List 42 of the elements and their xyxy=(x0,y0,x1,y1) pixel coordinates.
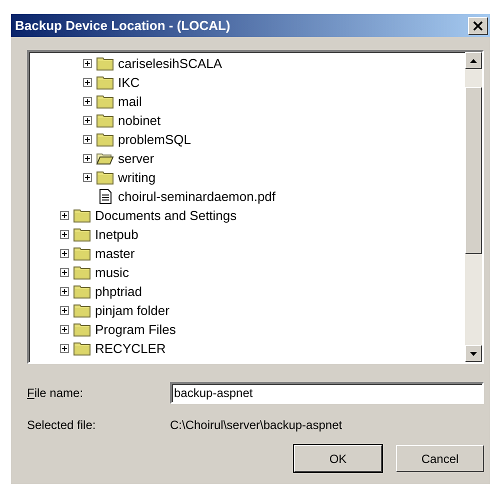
scroll-down-icon[interactable] xyxy=(465,345,482,362)
tree-item[interactable]: music xyxy=(95,265,129,280)
expand-icon[interactable] xyxy=(83,135,92,144)
tree-item[interactable]: choirul-seminardaemon.pdf xyxy=(118,189,276,204)
expand-icon[interactable] xyxy=(83,78,92,87)
expand-icon[interactable] xyxy=(60,325,69,334)
tree-item[interactable]: IKC xyxy=(118,75,140,90)
expand-icon[interactable] xyxy=(83,116,92,125)
tree-item[interactable]: RECYCLER xyxy=(95,341,166,356)
tree-item[interactable]: phptriad xyxy=(95,284,142,299)
tree-item[interactable]: nobinet xyxy=(118,113,161,128)
tree-item[interactable]: problemSQL xyxy=(118,132,191,147)
expand-icon[interactable] xyxy=(60,306,69,315)
selected-file-path: C:\Choirul\server\backup-aspnet xyxy=(170,418,344,432)
tree-item[interactable]: cariselesihSCALA xyxy=(118,56,222,71)
selected-file-label: Selected file: xyxy=(27,418,97,432)
expand-icon[interactable] xyxy=(60,268,69,277)
tree-item[interactable]: Documents and Settings xyxy=(95,208,237,223)
scroll-up-icon[interactable] xyxy=(465,52,482,69)
expand-icon[interactable] xyxy=(83,97,92,106)
tree-item[interactable]: Inetpub xyxy=(95,227,138,242)
expand-icon[interactable] xyxy=(60,287,69,296)
tree-item[interactable]: master xyxy=(95,246,135,261)
expand-icon[interactable] xyxy=(83,173,92,182)
expand-icon[interactable] xyxy=(60,249,69,258)
window-title: Backup Device Location - (LOCAL) xyxy=(15,18,230,33)
tree-item[interactable]: Program Files xyxy=(95,322,176,337)
scrollbar[interactable] xyxy=(465,52,482,362)
expand-icon[interactable] xyxy=(60,211,69,220)
tree-item[interactable]: pinjam folder xyxy=(95,303,170,318)
expand-icon[interactable] xyxy=(83,59,92,68)
expand-icon[interactable] xyxy=(83,154,92,163)
file-name-label: File name: xyxy=(27,386,84,400)
expand-icon[interactable] xyxy=(60,344,69,353)
tree-item[interactable]: server xyxy=(118,151,154,166)
ok-button[interactable]: OK xyxy=(294,445,382,472)
cancel-button[interactable]: Cancel xyxy=(396,445,484,472)
file-name-field[interactable]: backup-aspnet xyxy=(170,382,484,404)
tree-item[interactable]: writing xyxy=(118,170,156,185)
close-button[interactable]: × xyxy=(468,16,488,34)
expand-icon[interactable] xyxy=(60,230,69,239)
tree-item[interactable]: mail xyxy=(118,94,142,109)
